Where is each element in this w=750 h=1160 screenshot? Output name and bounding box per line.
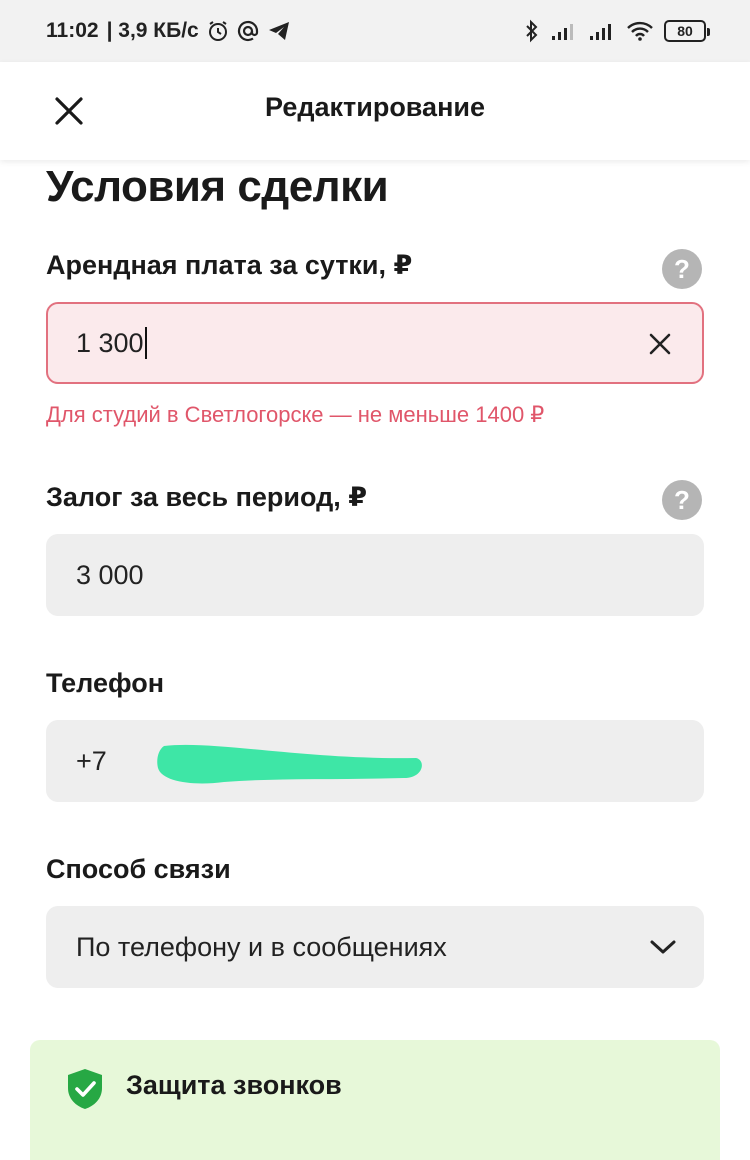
contact-method-value: По телефону и в сообщениях: [76, 931, 447, 962]
chevron-down-icon: [648, 932, 678, 962]
deposit-input-value: 3 000: [76, 559, 144, 590]
call-protection-title: Защита звонков: [126, 1070, 342, 1100]
deposit-label: Залог за весь период, ₽: [46, 482, 368, 512]
status-network-speed: | 3,9 КБ/с: [106, 19, 199, 42]
rent-help-icon[interactable]: ?: [662, 249, 702, 289]
app-header: Редактирование: [0, 62, 750, 160]
bluetooth-icon: [524, 19, 540, 43]
telegram-icon: [267, 20, 291, 42]
shield-check-icon: [68, 1069, 102, 1109]
call-protection-card[interactable]: Защита звонков: [30, 1040, 720, 1160]
clear-icon[interactable]: [644, 328, 676, 360]
status-time: 11:02: [46, 19, 99, 42]
alarm-icon: [207, 20, 229, 42]
deposit-help-icon[interactable]: ?: [662, 480, 702, 520]
signal-icon-1: [550, 20, 578, 42]
rent-input[interactable]: 1 300: [46, 302, 704, 384]
redaction-mark: [157, 744, 422, 784]
phone-input-value: +7: [76, 745, 107, 776]
wifi-icon: [626, 20, 654, 42]
phone-input[interactable]: +7: [46, 720, 704, 802]
battery-icon: 80: [664, 20, 710, 42]
signal-icon-2: [588, 20, 616, 42]
page-title: Редактирование: [264, 92, 485, 122]
rent-error-message: Для студий в Светлогорске — не меньше 14…: [46, 402, 545, 427]
section-title: Условия сделки: [46, 162, 389, 211]
status-left: 11:02 | 3,9 КБ/с: [46, 19, 291, 43]
contact-method-select[interactable]: По телефону и в сообщениях: [46, 906, 704, 988]
at-sign-icon: [237, 20, 259, 42]
status-right: 80: [524, 19, 710, 43]
contact-method-label: Способ связи: [46, 854, 231, 884]
rent-input-value: 1 300: [76, 327, 144, 358]
rent-label: Арендная плата за сутки, ₽: [46, 250, 413, 280]
status-bar: 11:02 | 3,9 КБ/с 80: [0, 0, 750, 62]
phone-label: Телефон: [46, 668, 165, 698]
text-caret: [144, 327, 147, 359]
deposit-input[interactable]: 3 000: [46, 534, 704, 616]
